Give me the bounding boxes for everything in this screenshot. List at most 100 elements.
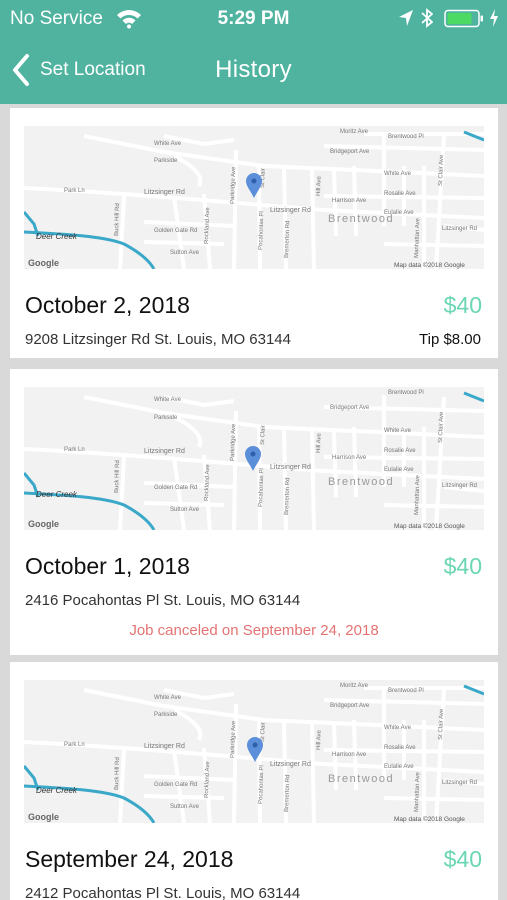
job-address: 2412 Pocahontas Pl St. Louis, MO 63144 [25, 885, 301, 900]
map-label: Bremerton Rd [284, 221, 291, 259]
map-label: Park Ln [64, 742, 85, 748]
job-address: 2416 Pocahontas Pl St. Louis, MO 63144 [25, 592, 301, 609]
map-label: Buck Hill Rd [114, 460, 121, 493]
map-label: St Clair Ave [438, 154, 445, 186]
map-label: Brentwood [328, 476, 394, 488]
map-thumbnail: Brentwood Pl White Ave Bridgeport Ave Pa… [24, 387, 484, 530]
map-label: Pocahontas Pl [258, 211, 265, 250]
map-label: Park Ln [64, 447, 85, 453]
map-label: Deer Creek [36, 490, 78, 499]
map-label: Litzsinger Rd [270, 207, 311, 214]
chevron-left-icon [13, 54, 29, 86]
map-label: St Clair [260, 425, 267, 445]
map-label: Manhattan Ave [414, 771, 421, 812]
map-label: St Clair Ave [438, 708, 445, 740]
google-logo: Google [28, 519, 59, 529]
map-label: White Ave [154, 397, 182, 403]
map-label: White Ave [384, 725, 412, 731]
map-label: Sutton Ave [170, 804, 200, 810]
map-label: Rockland Ave [204, 761, 211, 798]
map-label: Bridgeport Ave [330, 149, 370, 155]
map-label: White Ave [154, 141, 182, 147]
map-label: Brentwood Pl [388, 134, 424, 140]
map-attribution: Map data ©2018 Google [394, 522, 465, 530]
map-label: Manhattan Ave [414, 217, 421, 258]
map-label: Moritz Ave [340, 129, 369, 135]
location-arrow-icon [399, 10, 413, 26]
job-price: $40 [443, 553, 482, 579]
map-thumbnail: Moritz Ave Brentwood Pl White Ave Bridge… [24, 680, 484, 823]
map-label: Brentwood [328, 213, 394, 225]
history-list[interactable]: Moritz Ave Brentwood Pl White Ave Bridge… [0, 104, 507, 900]
map-attribution: Map data ©2018 Google [394, 261, 465, 269]
status-bar: No Service 5:29 PM [0, 0, 507, 36]
map-thumbnail: Moritz Ave Brentwood Pl White Ave Bridge… [24, 126, 484, 269]
map-label: Manhattan Ave [414, 474, 421, 515]
map-label: Eulalie Ave [384, 764, 414, 770]
map-label: Litzsinger Rd [442, 483, 477, 489]
map-label: Rockland Ave [204, 464, 211, 501]
map-label: Rockland Ave [204, 207, 211, 244]
map-label: Parkside [154, 712, 178, 718]
bluetooth-icon [421, 8, 433, 28]
map-label: Golden Gate Rd [154, 782, 197, 788]
map-label: Buck Hill Rd [114, 203, 121, 236]
map-label: White Ave [384, 428, 412, 434]
map-label: Sutton Ave [170, 250, 200, 256]
map-graphic: Moritz Ave Brentwood Pl White Ave Bridge… [24, 683, 484, 823]
back-button-label: Set Location [40, 59, 146, 80]
map-label: Bremerton Rd [284, 478, 291, 516]
job-address: 9208 Litzsinger Rd St. Louis, MO 63144 [25, 331, 291, 348]
job-canceled-notice: Job canceled on September 24, 2018 [129, 622, 379, 639]
map-label: Hill Ave [316, 432, 323, 453]
map-label: St Clair Ave [438, 411, 445, 443]
battery-icon [444, 9, 483, 28]
map-label: Sutton Ave [170, 507, 200, 513]
map-graphic: Brentwood Pl White Ave Bridgeport Ave Pa… [24, 390, 484, 530]
map-graphic: Moritz Ave Brentwood Pl White Ave Bridge… [24, 129, 484, 269]
map-label: Litzsinger Rd [270, 761, 311, 768]
map-label: Litzsinger Rd [144, 448, 185, 455]
map-label: Park Ln [64, 188, 85, 194]
map-label: Rosalie Ave [384, 448, 416, 454]
job-date: October 1, 2018 [25, 553, 190, 579]
map-label: Golden Gate Rd [154, 228, 197, 234]
job-price: $40 [443, 292, 482, 318]
map-label: Hill Ave [316, 729, 323, 750]
map-label: Eulalie Ave [384, 467, 414, 473]
history-card[interactable]: Brentwood Pl White Ave Bridgeport Ave Pa… [10, 369, 498, 655]
map-label: Bridgeport Ave [330, 405, 370, 411]
map-label: Rosalie Ave [384, 191, 416, 197]
map-label: Harrison Ave [332, 752, 367, 758]
map-label: Rosalie Ave [384, 745, 416, 751]
map-label: Golden Gate Rd [154, 485, 197, 491]
map-label: Harrison Ave [332, 198, 367, 204]
map-label: Harrison Ave [332, 455, 367, 461]
map-label: Brentwood Pl [388, 688, 424, 694]
app-header: No Service 5:29 PM Set Location History [0, 0, 507, 104]
map-label: Pocahontas Pl [258, 765, 265, 804]
map-label: Litzsinger Rd [442, 226, 477, 232]
map-label: Brentwood [328, 773, 394, 785]
job-tip: Tip $8.00 [419, 331, 481, 348]
map-label: White Ave [384, 171, 412, 177]
map-label: Litzsinger Rd [144, 743, 185, 750]
map-label: Hill Ave [316, 175, 323, 196]
map-label: Deer Creek [36, 786, 78, 795]
history-card[interactable]: Moritz Ave Brentwood Pl White Ave Bridge… [10, 662, 498, 900]
map-label: Parkside [154, 415, 178, 421]
history-card[interactable]: Moritz Ave Brentwood Pl White Ave Bridge… [10, 108, 498, 358]
map-label: Litzsinger Rd [270, 464, 311, 471]
back-button[interactable]: Set Location [10, 50, 146, 90]
charging-bolt-icon [490, 9, 498, 27]
google-logo: Google [28, 812, 59, 822]
job-date: September 24, 2018 [25, 846, 234, 872]
map-label: White Ave [154, 695, 182, 701]
map-label: Litzsinger Rd [442, 780, 477, 786]
map-label: Buck Hill Rd [114, 757, 121, 790]
job-date: October 2, 2018 [25, 292, 190, 318]
map-label: Moritz Ave [340, 683, 369, 689]
map-label: Parkside [154, 158, 178, 164]
map-attribution: Map data ©2018 Google [394, 815, 465, 823]
map-label: Bridgeport Ave [330, 703, 370, 709]
